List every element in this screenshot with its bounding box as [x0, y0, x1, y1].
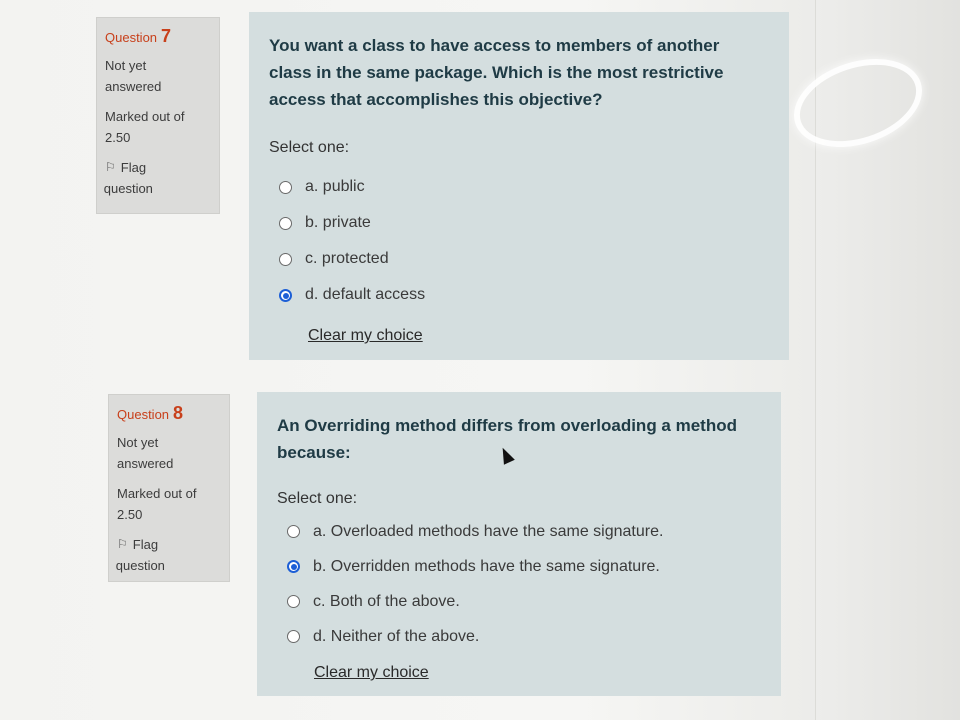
question-content-7: You want a class to have access to membe…	[249, 12, 789, 360]
flag-icon: ⚐	[105, 160, 116, 174]
radio-button[interactable]	[287, 630, 300, 643]
radio-button[interactable]	[279, 252, 292, 266]
question-number-label: Question 7	[105, 26, 211, 47]
question-text: You want a class to have access to membe…	[269, 32, 771, 113]
question-grade: Marked out of 2.50	[105, 106, 211, 148]
question-label: Question	[105, 30, 158, 45]
answer-options: a. Overloaded methods have the same sign…	[287, 514, 763, 654]
flag-label: question	[115, 558, 165, 573]
clear-choice-link[interactable]: Clear my choice	[314, 664, 429, 681]
answer-option-c[interactable]: c. Both of the above.	[287, 584, 763, 619]
question-state: Not yet answered	[117, 432, 221, 474]
option-label: b. private	[305, 214, 371, 231]
option-label: b. Overridden methods have the same sign…	[313, 557, 660, 575]
answer-option-a[interactable]: a. Overloaded methods have the same sign…	[287, 514, 763, 549]
flag-label: question	[103, 181, 153, 196]
grade-line: Marked out of	[117, 486, 197, 501]
question-number-label: Question 8	[117, 403, 221, 424]
question-text-line: because:	[277, 443, 351, 462]
grade-line: Marked out of	[105, 109, 185, 124]
question-text: An Overriding method differs from overlo…	[277, 412, 763, 466]
option-label: c. protected	[305, 250, 389, 267]
radio-button[interactable]	[287, 525, 300, 538]
radio-button[interactable]	[279, 180, 292, 194]
flag-question-button[interactable]: ⚐ Flag question	[103, 157, 211, 199]
question-grade: Marked out of 2.50	[117, 483, 221, 525]
flag-label: Flag	[120, 160, 147, 175]
flag-icon: ⚐	[117, 537, 128, 551]
radio-button[interactable]	[279, 216, 292, 230]
option-label: a. public	[305, 178, 365, 195]
select-one-label: Select one:	[269, 139, 350, 156]
question-info-8: Question 8 Not yet answered Marked out o…	[108, 394, 230, 582]
answer-option-b[interactable]: b. private	[279, 205, 771, 241]
question-text-line: class in the same package. Which is the …	[269, 63, 724, 82]
question-text-line: access that accomplishes this objective?	[269, 90, 603, 109]
option-label: d. Neither of the above.	[313, 627, 480, 645]
radio-button-selected[interactable]	[279, 288, 292, 302]
radio-button[interactable]	[287, 595, 300, 608]
question-label: Question	[117, 407, 170, 422]
option-label: d. default access	[305, 286, 426, 303]
quiz-page: Question 7 Not yet answered Marked out o…	[0, 0, 960, 720]
answer-options: a. public b. private c. protected d. def…	[279, 169, 771, 313]
question-number: 7	[161, 26, 172, 46]
flag-question-button[interactable]: ⚐ Flag question	[115, 534, 221, 576]
question-text-line: An Overriding method differs from overlo…	[277, 416, 737, 435]
flag-label: Flag	[132, 537, 159, 552]
question-info-7: Question 7 Not yet answered Marked out o…	[96, 17, 220, 214]
question-state: Not yet answered	[105, 55, 211, 97]
question-number: 8	[173, 403, 184, 423]
answer-option-c[interactable]: c. protected	[279, 241, 771, 277]
option-label: c. Both of the above.	[313, 592, 460, 610]
grade-value: 2.50	[105, 130, 131, 145]
state-line: answered	[117, 456, 174, 471]
clear-choice-link[interactable]: Clear my choice	[308, 327, 423, 344]
state-line: answered	[105, 79, 162, 94]
answer-option-d[interactable]: d. Neither of the above.	[287, 619, 763, 654]
answer-option-d[interactable]: d. default access	[279, 277, 771, 313]
state-line: Not yet	[105, 58, 147, 73]
option-label: a. Overloaded methods have the same sign…	[313, 522, 664, 540]
question-text-line: You want a class to have access to membe…	[269, 36, 720, 55]
question-content-8: An Overriding method differs from overlo…	[257, 392, 781, 696]
state-line: Not yet	[117, 435, 159, 450]
select-one-label: Select one:	[277, 490, 358, 507]
grade-value: 2.50	[117, 507, 143, 522]
answer-option-a[interactable]: a. public	[279, 169, 771, 205]
radio-button-selected[interactable]	[287, 560, 300, 573]
answer-option-b[interactable]: b. Overridden methods have the same sign…	[287, 549, 763, 584]
